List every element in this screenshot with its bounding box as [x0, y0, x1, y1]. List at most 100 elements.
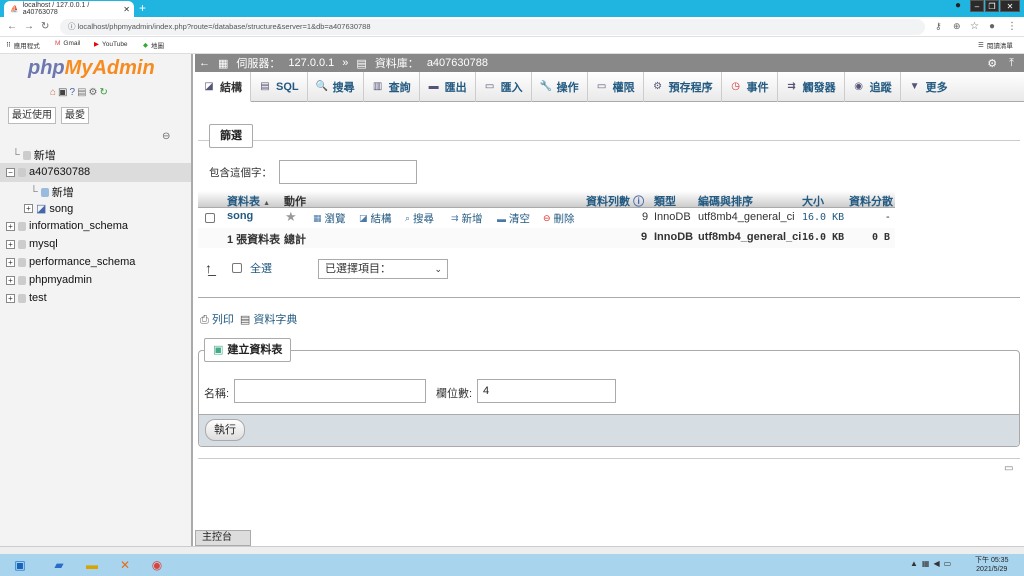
- table-name-link[interactable]: song: [227, 210, 253, 222]
- table-name-input[interactable]: [234, 379, 426, 403]
- breadcrumb-db[interactable]: a407630788: [427, 57, 488, 69]
- row-checkbox[interactable]: [205, 213, 215, 223]
- tree-item-song[interactable]: + ◪ song: [24, 202, 73, 215]
- action-structure[interactable]: ◪ 結構: [359, 211, 392, 226]
- header-size[interactable]: 大小: [802, 193, 824, 209]
- expand-icon[interactable]: +: [6, 257, 15, 267]
- tab-structure[interactable]: ◪ 結構: [195, 72, 251, 102]
- horizontal-scrollbar[interactable]: [0, 546, 1024, 554]
- zoom-icon[interactable]: ⊕: [953, 21, 961, 32]
- file-explorer-icon[interactable]: ▬: [78, 555, 106, 575]
- print-link[interactable]: ⎙ 列印: [200, 311, 234, 327]
- url-input[interactable]: ⓘ localhost/phpmyadmin/index.php?route=/…: [60, 19, 925, 35]
- maximize-icon[interactable]: ❐: [985, 0, 999, 12]
- reading-list[interactable]: ☰ 閱讀清單: [978, 40, 1013, 50]
- settings-icon[interactable]: ⚙: [89, 87, 98, 98]
- menu-dots-icon[interactable]: ⋮: [1007, 21, 1017, 32]
- battery-icon[interactable]: ▭: [944, 559, 952, 568]
- tab-routines[interactable]: ⚙ 預存程序: [644, 72, 722, 102]
- powershell-icon[interactable]: ▰: [45, 555, 73, 575]
- tree-item-new[interactable]: └ 新增: [12, 147, 56, 163]
- tab-tracking[interactable]: ◉ 追蹤: [845, 72, 901, 102]
- data-dictionary-link[interactable]: ▤ 資料字典: [240, 311, 297, 327]
- tab-export[interactable]: ▬ 匯出: [420, 72, 476, 102]
- expand-icon[interactable]: +: [6, 221, 15, 231]
- favorite-star-icon[interactable]: ★: [285, 209, 297, 225]
- tab-triggers[interactable]: ⇉ 觸發器: [778, 72, 845, 102]
- check-all-checkbox[interactable]: [232, 263, 242, 273]
- tray-chevron-icon[interactable]: ▲: [910, 559, 918, 568]
- check-all-label[interactable]: 全選: [250, 260, 272, 276]
- star-icon[interactable]: ☆: [970, 21, 979, 32]
- tree-item-test[interactable]: + test: [6, 292, 47, 304]
- refresh-icon[interactable]: ↻: [99, 87, 107, 98]
- tree-item-mysql[interactable]: + mysql: [6, 238, 58, 250]
- action-empty[interactable]: ▬ 清空: [497, 211, 530, 226]
- tree-item-information-schema[interactable]: + information_schema: [6, 220, 128, 232]
- action-drop[interactable]: ⊖ 刪除: [543, 211, 575, 226]
- with-selected-select[interactable]: 已選擇項目： ⌄: [318, 259, 448, 279]
- header-overhead[interactable]: 資料分散: [849, 193, 893, 209]
- tab-operations[interactable]: 🔧 操作: [532, 72, 588, 102]
- reload-icon[interactable]: ↻: [41, 21, 49, 32]
- back-icon[interactable]: ←: [7, 21, 17, 32]
- action-search[interactable]: ⌕ 搜尋: [405, 211, 434, 226]
- volume-icon[interactable]: ◀: [933, 559, 939, 568]
- clock[interactable]: 下午 05:35 2021/5/29: [975, 556, 1008, 574]
- console-toggle[interactable]: 主控台: [195, 530, 251, 546]
- header-collation[interactable]: 編碼與排序: [698, 193, 753, 209]
- bookmark-maps[interactable]: ◆ 地圖: [143, 40, 164, 50]
- key-icon[interactable]: ⚷: [935, 21, 942, 32]
- header-rows[interactable]: 資料列數 ⓘ: [586, 193, 644, 209]
- go-button[interactable]: 執行: [205, 419, 245, 441]
- action-insert[interactable]: ⇉ 新增: [451, 211, 483, 226]
- home-icon[interactable]: ⌂: [50, 87, 56, 98]
- tree-item-phpmyadmin[interactable]: + phpmyadmin: [6, 274, 92, 286]
- account-icon[interactable]: ●: [989, 21, 995, 32]
- profile-icon[interactable]: ●: [951, 0, 965, 12]
- column-count-input[interactable]: 4: [477, 379, 616, 403]
- tree-item-performance-schema[interactable]: + performance_schema: [6, 256, 135, 268]
- phpmyadmin-logo[interactable]: phpMyAdmin: [28, 57, 155, 80]
- expand-icon[interactable]: +: [24, 204, 33, 213]
- collapse-icon[interactable]: −: [6, 167, 15, 177]
- forward-icon[interactable]: →: [24, 21, 34, 32]
- row-size[interactable]: 16.0 KB: [802, 212, 844, 223]
- new-tab-icon[interactable]: +: [139, 1, 146, 15]
- tree-item-a407630788[interactable]: − a407630788: [6, 166, 90, 178]
- tab-events[interactable]: ◷ 事件: [722, 72, 778, 102]
- bookmark-youtube[interactable]: ▶ YouTube: [94, 40, 128, 49]
- tab-import[interactable]: ▭ 匯入: [476, 72, 532, 102]
- collapse-all-icon[interactable]: ⊖: [162, 131, 170, 142]
- tab-more[interactable]: ▼ 更多: [901, 72, 956, 102]
- header-type[interactable]: 類型: [654, 193, 676, 209]
- network-icon[interactable]: ▦: [922, 559, 930, 568]
- tab-sql[interactable]: ▤ SQL: [251, 72, 308, 102]
- filter-input[interactable]: [279, 160, 417, 184]
- expand-icon[interactable]: +: [6, 293, 15, 303]
- settings-gear-icon[interactable]: ⚙: [987, 57, 997, 70]
- chrome-icon[interactable]: ◉: [143, 555, 171, 575]
- help-icon[interactable]: ⓘ: [633, 196, 644, 208]
- start-icon[interactable]: ▣: [6, 555, 34, 575]
- action-browse[interactable]: ▦ 瀏覽: [313, 211, 346, 226]
- tab-query[interactable]: ▥ 查詢: [364, 72, 420, 102]
- expand-icon[interactable]: +: [6, 275, 15, 285]
- header-table[interactable]: 資料表 ▲: [227, 193, 270, 209]
- docs-icon[interactable]: ▤: [77, 87, 86, 98]
- close-window-icon[interactable]: ✕: [1000, 0, 1020, 12]
- xampp-icon[interactable]: ✕: [111, 555, 139, 575]
- browser-tab[interactable]: ⛵ localhost / 127.0.0.1 / a40763078 ✕: [4, 1, 134, 17]
- tab-privileges[interactable]: ▭ 權限: [588, 72, 644, 102]
- minimize-icon[interactable]: –: [970, 0, 984, 12]
- recent-button[interactable]: 最近使用: [8, 107, 56, 124]
- logout-icon[interactable]: ▣: [58, 87, 67, 98]
- bookmark-apps[interactable]: ⠿ 應用程式: [6, 40, 40, 50]
- close-tab-icon[interactable]: ✕: [123, 5, 130, 14]
- tab-search[interactable]: 🔍 搜尋: [308, 72, 364, 102]
- bookmark-gmail[interactable]: M Gmail: [55, 40, 80, 47]
- favorites-button[interactable]: 最愛: [61, 107, 89, 124]
- breadcrumb-server[interactable]: 127.0.0.1: [288, 57, 334, 69]
- collapse-arrow-icon[interactable]: ⤒: [1009, 57, 1014, 70]
- tree-item-new-table[interactable]: └ 新增: [30, 184, 74, 200]
